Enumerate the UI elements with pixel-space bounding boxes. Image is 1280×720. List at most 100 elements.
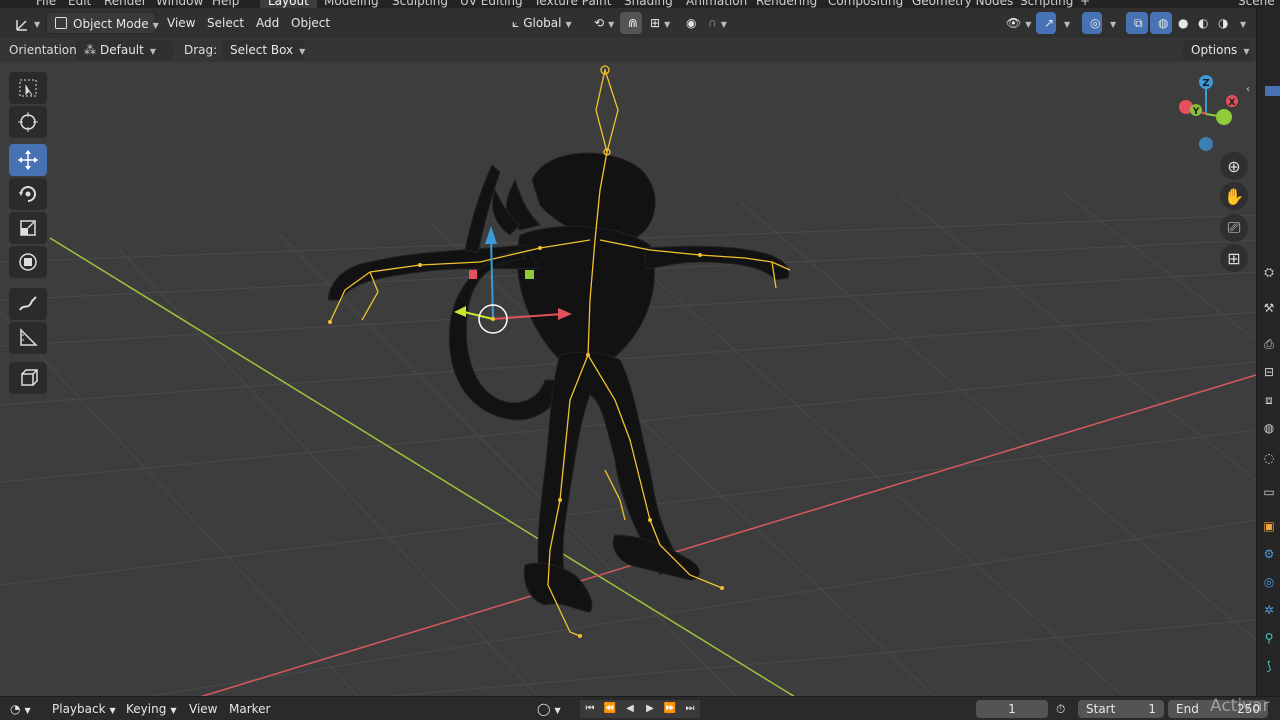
annotate-tool[interactable] xyxy=(9,288,47,320)
move-tool[interactable] xyxy=(9,144,47,176)
snap-toggle[interactable]: ⋒ xyxy=(620,12,642,34)
preview-range-toggle[interactable]: ⏱ xyxy=(1056,700,1072,718)
measure-tool[interactable] xyxy=(9,322,47,354)
menu-help[interactable]: Help xyxy=(212,0,239,8)
scene-selector[interactable]: Scene xyxy=(1238,0,1275,8)
gizmo-z-negative[interactable] xyxy=(1199,137,1213,151)
perspective-toggle-button[interactable]: ⊞ xyxy=(1220,244,1248,272)
collection-properties-icon[interactable]: ▭ xyxy=(1261,484,1277,500)
shading-solid-button[interactable]: ● xyxy=(1170,12,1190,34)
mode-dropdown[interactable]: Object Mode ▼ xyxy=(46,12,159,34)
object-properties-icon[interactable]: ▣ xyxy=(1261,518,1277,534)
menu-file[interactable]: File xyxy=(36,0,56,8)
orientation-dropdown[interactable]: ⁂ Default ▼ xyxy=(76,40,173,60)
data-properties-icon[interactable]: ⟆ xyxy=(1261,658,1277,674)
world-sphere-icon[interactable]: ◌ xyxy=(1261,450,1277,466)
world-properties-icon[interactable]: ◍ xyxy=(1261,420,1277,436)
menu-keying[interactable]: Keying ▼ xyxy=(126,700,176,718)
outliner-highlight xyxy=(1265,86,1280,96)
tab-texture-paint[interactable]: Texture Paint xyxy=(534,0,611,8)
gizmo-y-axis[interactable] xyxy=(1216,109,1232,125)
gizmo-yz-plane[interactable] xyxy=(469,270,477,279)
cursor-tool[interactable] xyxy=(9,106,47,138)
options-dropdown[interactable]: Options ▼ xyxy=(1183,40,1251,60)
gizmo-xz-plane[interactable] xyxy=(525,270,534,279)
scene-properties-icon[interactable]: ⧈ xyxy=(1261,392,1277,408)
proportional-edit-toggle[interactable]: ◉ xyxy=(678,12,700,34)
transform-tool[interactable] xyxy=(9,246,47,278)
visibility-dropdown[interactable]: 👁 ▼ xyxy=(998,12,1034,34)
menu-timeline-view[interactable]: View xyxy=(189,700,217,718)
tab-modeling[interactable]: Modeling xyxy=(324,0,379,8)
output-properties-icon[interactable]: ⎙ xyxy=(1261,336,1277,352)
timeline-editor-type[interactable]: ◔ ▼ xyxy=(10,700,40,718)
camera-view-button[interactable]: ⎚ xyxy=(1220,214,1248,242)
overlay-dropdown[interactable]: ▼ xyxy=(1102,12,1122,34)
scale-tool[interactable] xyxy=(9,212,47,244)
add-cube-tool[interactable] xyxy=(9,362,47,394)
menu-select[interactable]: Select xyxy=(207,12,244,34)
start-frame-field[interactable]: Start 1 xyxy=(1078,700,1164,718)
zoom-button[interactable]: ⊕ xyxy=(1220,152,1248,180)
gizmo-dropdown[interactable]: ▼ xyxy=(1056,12,1076,34)
tab-sculpting[interactable]: Sculpting xyxy=(392,0,448,8)
xray-toggle[interactable]: ⧉ xyxy=(1126,12,1148,34)
tab-compositing[interactable]: Compositing xyxy=(828,0,903,8)
auto-keying-toggle[interactable]: ◯ ▼ xyxy=(537,700,571,718)
menu-view[interactable]: View xyxy=(167,12,195,34)
jump-end-button[interactable]: ⏭ xyxy=(680,700,700,718)
physics-properties-icon[interactable]: ✲ xyxy=(1261,602,1277,618)
pivot-point-dropdown[interactable]: ⟲ ▼ xyxy=(586,12,618,34)
menu-playback[interactable]: Playback ▼ xyxy=(52,700,116,718)
navigation-gizmo[interactable]: Z X Y xyxy=(1168,70,1244,160)
jump-keyframe-back-button[interactable]: ⏪ xyxy=(600,700,620,718)
view-layer-icon[interactable]: ⊟ xyxy=(1261,364,1277,380)
modifier-properties-icon[interactable]: ⚙ xyxy=(1261,546,1277,562)
add-workspace-button[interactable]: + xyxy=(1080,0,1090,8)
editor-type-button[interactable]: ▼ xyxy=(6,12,42,34)
menu-render[interactable]: Render xyxy=(104,0,147,8)
rotate-tool[interactable] xyxy=(9,178,47,210)
falloff-dropdown[interactable]: ∩ ▼ xyxy=(700,12,730,34)
creature-mesh[interactable] xyxy=(327,152,790,613)
sidebar-toggle-arrow[interactable]: ‹ xyxy=(1246,84,1256,100)
menu-edit[interactable]: Edit xyxy=(68,0,91,8)
transform-orientation-dropdown[interactable]: ⟀ Global ▼ xyxy=(504,12,582,34)
menu-marker[interactable]: Marker xyxy=(229,700,270,718)
stopwatch-icon: ⏱ xyxy=(1056,702,1066,716)
tab-rendering[interactable]: Rendering xyxy=(756,0,817,8)
tab-animation[interactable]: Animation xyxy=(686,0,747,8)
pan-button[interactable]: ✋ xyxy=(1220,182,1248,210)
menu-window[interactable]: Window xyxy=(156,0,203,8)
select-box-tool[interactable] xyxy=(9,72,47,104)
end-label: End xyxy=(1176,702,1199,716)
menu-object[interactable]: Object xyxy=(291,12,330,34)
drag-dropdown[interactable]: Select Box ▼ xyxy=(222,40,305,60)
shading-material-button[interactable]: ◐ xyxy=(1190,12,1210,34)
tab-uv-editing[interactable]: UV Editing xyxy=(460,0,523,8)
play-reverse-button[interactable]: ◀ xyxy=(620,700,640,718)
shading-wireframe-button[interactable]: ◍ xyxy=(1150,12,1172,34)
snap-target-dropdown[interactable]: ⊞ ▼ xyxy=(642,12,672,34)
clock-icon: ◔ xyxy=(10,702,21,716)
play-button[interactable]: ▶ xyxy=(640,700,660,718)
3d-viewport[interactable]: Z X Y ⊕ ✋ ⎚ ⊞ ‹ xyxy=(0,62,1256,696)
render-properties-icon[interactable]: ⚒ xyxy=(1261,300,1277,316)
shading-dropdown[interactable]: ▼ xyxy=(1232,12,1252,34)
jump-start-button[interactable]: ⏮ xyxy=(580,700,600,718)
gizmo-z-arrow[interactable] xyxy=(485,226,497,244)
jump-keyframe-forward-button[interactable]: ⏩ xyxy=(660,700,680,718)
particles-properties-icon[interactable]: ◎ xyxy=(1261,574,1277,590)
camera-icon: ⎚ xyxy=(1227,218,1241,237)
shading-rendered-button[interactable]: ◑ xyxy=(1210,12,1230,34)
tab-shading[interactable]: Shading xyxy=(624,0,673,8)
overlay-toggle[interactable]: ◎ xyxy=(1082,12,1102,34)
tab-layout[interactable]: Layout xyxy=(260,0,317,8)
tool-properties-icon[interactable]: ⛭ xyxy=(1261,264,1277,280)
constraints-properties-icon[interactable]: ⚲ xyxy=(1261,630,1277,646)
tab-geometry-nodes[interactable]: Geometry Nodes xyxy=(912,0,1013,8)
tab-scripting[interactable]: Scripting xyxy=(1020,0,1073,8)
current-frame-field[interactable]: 1 xyxy=(976,700,1048,718)
gizmo-toggle[interactable]: ↗ xyxy=(1036,12,1056,34)
menu-add[interactable]: Add xyxy=(256,12,279,34)
